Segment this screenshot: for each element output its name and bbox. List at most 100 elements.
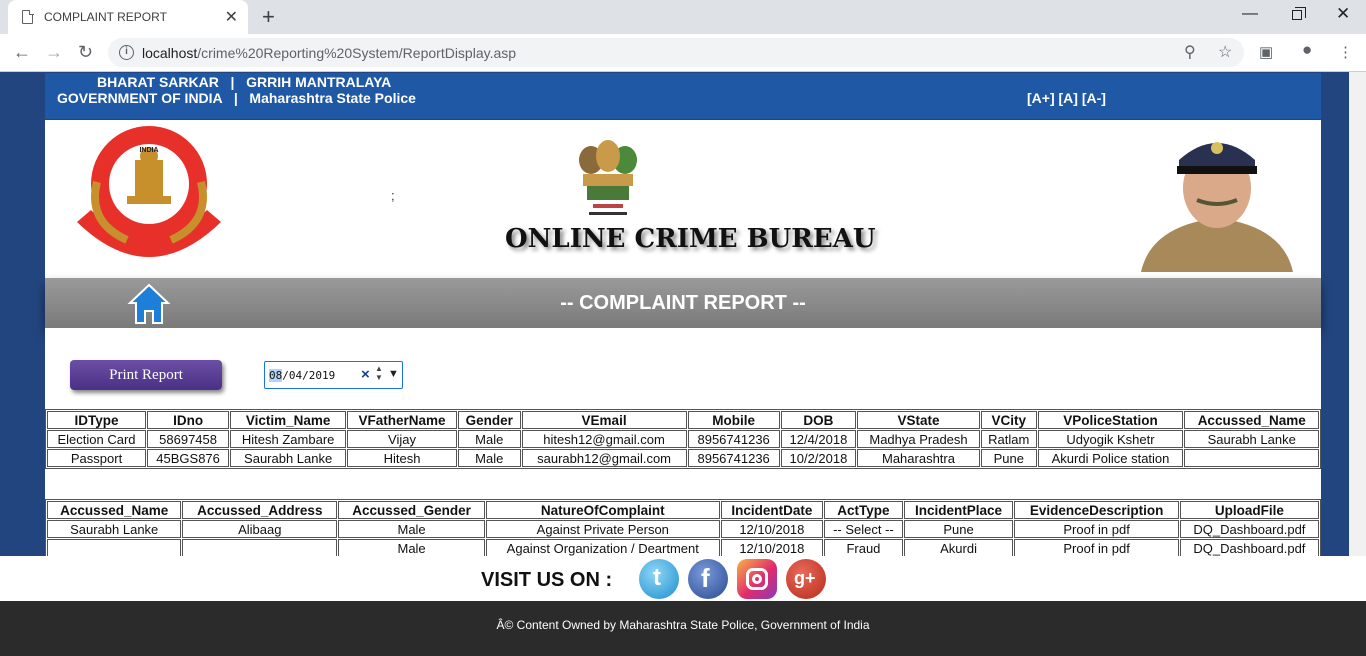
- column-header: EvidenceDescription: [1014, 501, 1179, 519]
- table-cell: Akurdi: [903, 539, 1014, 557]
- table-cell: Fraud: [824, 539, 903, 557]
- cbi-logo: INDIA: [77, 126, 221, 257]
- tab-close-icon[interactable]: ✕: [225, 7, 238, 27]
- table-cell: Alibaag: [182, 520, 338, 538]
- forward-arrow-icon[interactable]: →: [45, 42, 63, 63]
- table-cell: hitesh12@gmail.com: [521, 430, 687, 448]
- table-cell: [47, 539, 182, 557]
- column-header: VFatherName: [347, 411, 457, 429]
- google-plus-icon[interactable]: g+: [786, 559, 826, 599]
- back-arrow-icon[interactable]: ←: [13, 42, 31, 63]
- url-text[interactable]: localhost/crime%20Reporting%20System/Rep…: [142, 45, 516, 61]
- column-header: IDType: [47, 411, 147, 429]
- table-cell: Proof in pdf: [1014, 539, 1179, 557]
- report-title-bar: -- COMPLAINT REPORT --: [45, 278, 1321, 328]
- table-cell: Vijay: [347, 430, 457, 448]
- table-cell: 8956741236: [687, 449, 780, 467]
- victim-table: IDType IDno Victim_Name VFatherName Gender VE…: [45, 409, 1321, 469]
- table-cell: Maharashtra: [857, 449, 980, 467]
- browser-tab-bar: COMPLAINT REPORT ✕ + — ✕: [0, 0, 1366, 34]
- column-header: VEmail: [521, 411, 687, 429]
- font-size-controls[interactable]: [A+] [A] [A-]: [1027, 90, 1106, 106]
- page-title: -- COMPLAINT REPORT --: [560, 292, 806, 314]
- table-cell: saurabh12@gmail.com: [521, 449, 687, 467]
- table-cell: Pune: [980, 449, 1037, 467]
- column-header: VState: [857, 411, 980, 429]
- clear-date-icon[interactable]: ×: [361, 366, 370, 383]
- gov-header: BHARAT SARKAR | GRRIH MANTRALAYA GOVERNM…: [45, 73, 1321, 119]
- table-cell: Saurabh Lanke: [47, 520, 182, 538]
- table-cell: Akurdi Police station: [1037, 449, 1184, 467]
- table-cell: Madhya Pradesh: [857, 430, 980, 448]
- zoom-icon[interactable]: ⚲: [1184, 42, 1196, 62]
- table-cell: 12/10/2018: [720, 520, 824, 538]
- table-cell: Against Private Person: [485, 520, 720, 538]
- table-cell: Hitesh Zambare: [230, 430, 347, 448]
- browser-toolbar: ← → ↻ i localhost/crime%20Reporting%20Sy…: [0, 34, 1366, 72]
- table-row: Passport 45BGS876 Saurabh Lanke Hitesh Male s…: [47, 449, 1319, 467]
- site-title: ONLINE CRIME BUREAU: [505, 224, 876, 254]
- reload-icon[interactable]: ↻: [78, 42, 93, 63]
- column-header: Mobile: [687, 411, 780, 429]
- cbi-logo-india: INDIA: [139, 147, 158, 154]
- table-cell: 10/2/2018: [780, 449, 857, 467]
- facebook-icon[interactable]: f: [688, 559, 728, 599]
- table-cell: Saurabh Lanke: [1184, 430, 1319, 448]
- extension-icon[interactable]: ▣: [1259, 43, 1273, 61]
- tab-title: COMPLAINT REPORT: [44, 10, 167, 24]
- table-cell: 58697458: [147, 430, 230, 448]
- table-cell: -- Select --: [824, 520, 903, 538]
- info-icon[interactable]: i: [119, 45, 134, 60]
- column-header: Accussed_Name: [1184, 411, 1319, 429]
- table-cell: Election Card: [47, 430, 147, 448]
- visit-us-label: VISIT US ON :: [481, 569, 613, 591]
- table-cell: Against Organization / Deartment: [485, 539, 720, 557]
- footer-copyright: Â© Content Owned by Maharashtra State Po…: [496, 618, 870, 632]
- table-cell: Ratlam: [980, 430, 1037, 448]
- browser-tab[interactable]: COMPLAINT REPORT ✕: [8, 0, 248, 34]
- officer-photo: [1131, 126, 1303, 272]
- column-header: Accussed_Gender: [338, 501, 485, 519]
- instagram-icon[interactable]: [737, 559, 777, 599]
- date-dropdown-icon[interactable]: ▼: [388, 368, 399, 380]
- table-cell: 12/10/2018: [720, 539, 824, 557]
- profile-icon[interactable]: ●: [1302, 40, 1312, 60]
- table-cell: [182, 539, 338, 557]
- column-header: IncidentPlace: [903, 501, 1014, 519]
- bookmark-star-icon[interactable]: ☆: [1218, 42, 1232, 62]
- date-input[interactable]: 08/04/2019 × ▲ ▼ ▼: [264, 361, 403, 389]
- table-cell: Male: [338, 539, 485, 557]
- table-cell: DQ_Dashboard.pdf: [1179, 520, 1319, 538]
- table-cell: Hitesh: [347, 449, 457, 467]
- column-header: IDno: [147, 411, 230, 429]
- column-header: DOB: [780, 411, 857, 429]
- table-cell: DQ_Dashboard.pdf: [1179, 539, 1319, 557]
- table-cell: Saurabh Lanke: [230, 449, 347, 467]
- header-line-2: GOVERNMENT OF INDIA | Maharashtra State …: [57, 90, 416, 106]
- maximize-icon[interactable]: [1292, 7, 1306, 20]
- table-cell: Passport: [47, 449, 147, 467]
- print-report-button[interactable]: Print Report: [70, 360, 222, 390]
- table-cell: Pune: [903, 520, 1014, 538]
- column-header: IncidentDate: [720, 501, 824, 519]
- column-header: VCity: [980, 411, 1037, 429]
- address-bar[interactable]: i localhost/crime%20Reporting%20System/R…: [108, 38, 1244, 67]
- date-spinner[interactable]: ▲ ▼: [375, 364, 383, 382]
- complaint-table: Accussed_Name Accussed_Address Accussed_Ge…: [45, 499, 1321, 559]
- footer: Â© Content Owned by Maharashtra State Po…: [0, 601, 1366, 656]
- column-header: NatureOfComplaint: [485, 501, 720, 519]
- window-close-icon[interactable]: ✕: [1336, 4, 1350, 24]
- column-header: Gender: [457, 411, 521, 429]
- new-tab-button[interactable]: +: [262, 4, 275, 30]
- minimize-icon[interactable]: —: [1242, 5, 1258, 23]
- table-cell: Male: [457, 430, 521, 448]
- date-value[interactable]: 08/04/2019: [269, 369, 335, 382]
- banner: INDIA ; ONLINE CRIME BUREAU: [45, 120, 1321, 278]
- table-cell: Male: [338, 520, 485, 538]
- twitter-icon[interactable]: t: [639, 559, 679, 599]
- column-header: Accussed_Address: [182, 501, 338, 519]
- table-cell: Proof in pdf: [1014, 520, 1179, 538]
- table-cell: Udyogik Kshetr: [1037, 430, 1184, 448]
- menu-dots-icon[interactable]: ⋮: [1338, 43, 1353, 61]
- table-row: Election Card 58697458 Hitesh Zambare Vijay…: [47, 430, 1319, 448]
